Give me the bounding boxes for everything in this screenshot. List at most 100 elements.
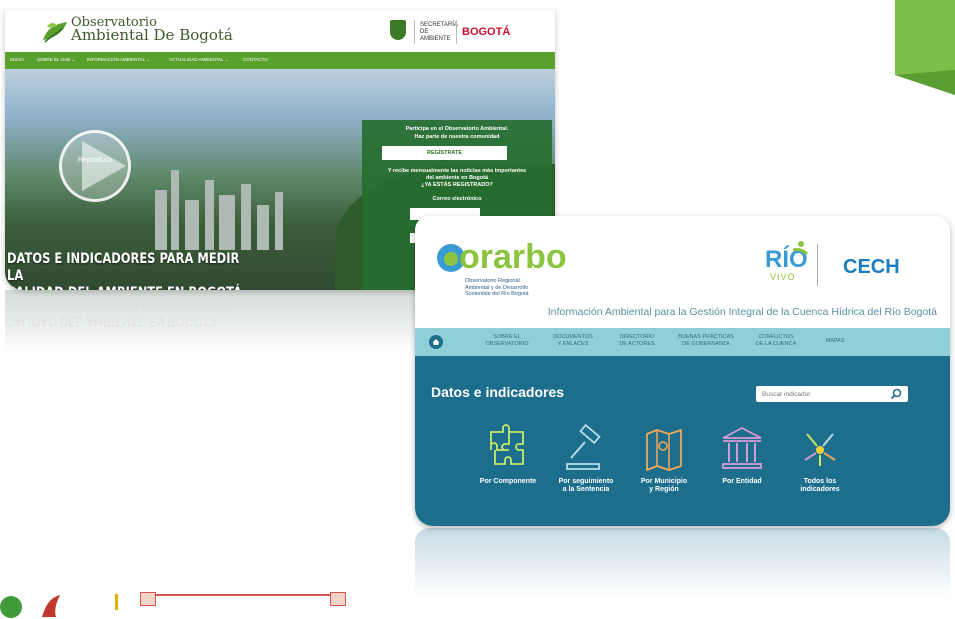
orarbo-logo[interactable]: orarbo xyxy=(459,240,567,274)
panel-text: Haz parte de nuestra comunidad xyxy=(414,134,500,140)
orarbo-nav-bar: SOBRE EL OBSERVATORIO DOCUMENTOS Y ENLACES… xyxy=(415,328,950,356)
nav-l2: DE ACTORES xyxy=(619,341,655,347)
building xyxy=(155,190,167,250)
building xyxy=(219,195,235,250)
orarbo-logo-subtitle: Observatorio Regional Ambiental y de Des… xyxy=(465,278,529,298)
building xyxy=(257,205,269,250)
search-input[interactable] xyxy=(762,388,880,400)
category-todos[interactable]: Todos los indicadores xyxy=(780,424,860,494)
cat-l1: Por seguimiento xyxy=(558,478,614,485)
datos-indicadores-section: Datos e indicadores Por Componente Por s… xyxy=(415,356,950,526)
logo-line2: Ambiental De Bogotá xyxy=(71,26,233,44)
puzzle-icon xyxy=(490,424,524,465)
nav-sobre[interactable]: SOBRE EL OAB ⌄ xyxy=(37,57,75,63)
category-sentencia[interactable]: Por seguimiento a la Sentencia xyxy=(546,424,626,494)
search-box[interactable] xyxy=(756,386,908,402)
nav-l2: DE GOBERNANZA xyxy=(682,341,730,347)
nav-actualidad[interactable]: ACTUALIDAD AMBIENTAL ⌄ xyxy=(169,57,229,63)
oab-nav-bar: INICIO SOBRE EL OAB ⌄ INFORMACIÓN AMBIEN… xyxy=(5,52,555,69)
partner-logos: SECRETARÍA DE AMBIENTE BOGOTÁ xyxy=(390,18,540,46)
building xyxy=(205,180,214,250)
orarbo-logo-icon-inner xyxy=(444,252,458,266)
panel-text: Participa en el Observatorio Ambiental. xyxy=(405,126,509,132)
nav-informacion[interactable]: INFORMACIÓN AMBIENTAL ⌄ xyxy=(87,57,150,63)
play-icon xyxy=(82,141,126,191)
nav-buenas-practicas[interactable]: BUENAS PRÁCTICAS DE GOBERNANZA xyxy=(671,334,741,348)
nav-directorio[interactable]: DIRECTORIO DE ACTORES xyxy=(612,334,662,348)
sub-line: Observatorio Regional xyxy=(465,278,520,284)
building xyxy=(171,170,179,250)
nav-l2: OBSERVATORIO xyxy=(485,341,529,347)
panel-text: del ambiente en Bogotá xyxy=(425,175,489,181)
vivo-label: VIVO xyxy=(770,272,796,282)
nav-inicio[interactable]: INICIO xyxy=(10,57,24,62)
cech-logo: CECH xyxy=(843,256,900,278)
building-columns-icon xyxy=(722,426,762,469)
leaf-logo-icon xyxy=(43,22,67,43)
divider xyxy=(115,594,118,610)
person-icon xyxy=(792,241,809,256)
nav-l1: BUENAS PRÁCTICAS xyxy=(678,334,734,340)
sub-line: Sostenible del Río Bogotá xyxy=(465,291,529,297)
reflected-line1: DATOS E INDICADORES PARA MEDIR LA xyxy=(5,297,232,313)
category-municipio[interactable]: Por Municipio y Región xyxy=(624,424,704,494)
home-icon[interactable] xyxy=(429,335,443,349)
gavel-icon xyxy=(566,424,601,470)
nav-l1: MAPAS xyxy=(825,338,845,344)
nav-contacto[interactable]: CONTACTO xyxy=(243,57,268,62)
green-logo xyxy=(0,596,22,618)
nav-mapas[interactable]: MAPAS xyxy=(815,338,855,345)
nav-l1: DOCUMENTOS xyxy=(553,334,593,340)
play-label: Reproducir xyxy=(77,157,113,164)
orarbo-tagline: Información Ambiental para la Gestión In… xyxy=(547,306,937,318)
panel-text: Y recibe mensualmente las noticias más i… xyxy=(387,168,527,174)
hero-headline: DATOS E INDICADORES PARA MEDIR LA CALIDA… xyxy=(7,251,253,290)
nav-l1: DIRECTORIO xyxy=(619,334,655,340)
cat-l2: indicadores xyxy=(800,486,840,493)
orarbo-website-screenshot: orarbo Observatorio Regional Ambiental y… xyxy=(415,216,950,526)
divider xyxy=(456,20,457,44)
building xyxy=(241,184,251,250)
register-button[interactable]: REGÍSTRATE xyxy=(382,146,507,160)
ornament-icon xyxy=(140,592,156,606)
ambiente-logo: SECRETARÍA DE AMBIENTE xyxy=(420,22,458,42)
reflected-line2: CALIDAD DEL AMBIENTE EN BOGOTÁ xyxy=(5,314,219,330)
bottom-logos xyxy=(0,590,360,618)
divider xyxy=(817,244,818,286)
arrows-target-icon xyxy=(804,433,836,466)
headline-line1: DATOS E INDICADORES PARA MEDIR LA xyxy=(7,251,240,284)
register-label: REGÍSTRATE xyxy=(426,150,463,156)
reflection-text: CALIDAD DEL AMBIENTE EN BOGOTÁ DATOS E I… xyxy=(5,296,251,330)
nav-l2: DE LA CUENCA xyxy=(755,341,797,347)
cat-l1: Por Componente xyxy=(479,478,537,485)
nav-l2: Y ENLACES xyxy=(557,341,589,347)
email-label: Correo electrónico xyxy=(432,196,482,202)
map-pin-icon xyxy=(646,428,682,472)
nav-l1: SOBRE EL xyxy=(493,334,521,340)
decorative-strip xyxy=(140,594,345,606)
play-button[interactable]: Reproducir xyxy=(59,130,131,202)
divider xyxy=(414,20,415,44)
bogota-logo: BOGOTÁ xyxy=(462,26,511,38)
category-componente[interactable]: Por Componente xyxy=(468,424,548,486)
corner-accent xyxy=(895,0,955,95)
building xyxy=(275,192,283,250)
section-title: Datos e indicadores xyxy=(431,384,565,400)
nav-conflictos[interactable]: CONFLICTOS DE LA CUENCA xyxy=(751,334,801,348)
search-icon[interactable] xyxy=(890,388,902,400)
nav-documentos[interactable]: DOCUMENTOS Y ENLACES xyxy=(548,334,598,348)
red-logo-icon xyxy=(42,595,60,617)
building xyxy=(185,200,199,250)
nav-l1: CONFLICTOS xyxy=(758,334,794,340)
category-entidad[interactable]: Por Entidad xyxy=(702,424,782,486)
shield-icon xyxy=(390,20,406,40)
cat-l1: Todos los xyxy=(803,478,837,485)
nav-sobre-observatorio[interactable]: SOBRE EL OBSERVATORIO xyxy=(482,334,532,348)
cat-l2: a la Sentencia xyxy=(562,486,610,493)
panel-text: ¿YA ESTÁS REGISTRADO? xyxy=(421,182,493,188)
oab-header: Observatorio Ambiental De Bogotá SECRETA… xyxy=(5,10,555,52)
cat-l1: Por Municipio xyxy=(640,478,688,485)
oab-logo-text[interactable]: Observatorio Ambiental De Bogotá xyxy=(71,16,233,44)
cat-l2: y Región xyxy=(649,486,679,493)
cat-l1: Por Entidad xyxy=(722,478,762,485)
